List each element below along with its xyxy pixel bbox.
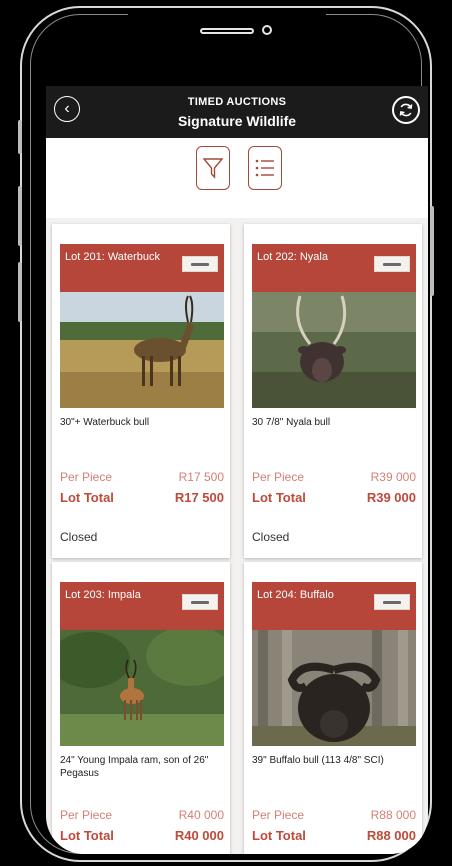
lot-card-header: Lot 201: Waterbuck xyxy=(60,244,224,292)
speaker xyxy=(200,28,254,34)
lot-card-header: Lot 202: Nyala xyxy=(252,244,416,292)
per-piece-row: Per Piece R39 000 xyxy=(252,470,416,484)
lot-total-label: Lot Total xyxy=(60,828,114,843)
lot-title: Lot 202: Nyala xyxy=(257,251,328,263)
lot-card-header: Lot 204: Buffalo xyxy=(252,582,416,630)
lot-description: 24" Young Impala ram, son of 26" Pegasus xyxy=(60,755,209,779)
lot-total-row: Lot Total R17 500 xyxy=(60,490,224,505)
volume-down-button xyxy=(18,262,22,322)
lot-total-label: Lot Total xyxy=(252,828,306,843)
impala-photo xyxy=(60,630,224,746)
lot-card-header: Lot 203: Impala xyxy=(60,582,224,630)
filter-icon xyxy=(203,158,223,179)
lot-total-value: R88 000 xyxy=(366,828,416,843)
notch xyxy=(128,12,326,60)
auctioneer-logo xyxy=(374,594,410,610)
lot-description: 39" Buffalo bull (113 4/8" SCI) xyxy=(252,755,384,766)
lot-title: Lot 203: Impala xyxy=(65,589,141,601)
per-piece-label: Per Piece xyxy=(60,470,113,484)
toolbar xyxy=(46,138,428,218)
per-piece-label: Per Piece xyxy=(60,808,113,822)
per-piece-label: Per Piece xyxy=(252,808,305,822)
lot-status: Closed xyxy=(252,530,290,544)
lot-card[interactable]: Lot 201: Waterbuck 30"+ Waterbuck bull P… xyxy=(52,224,230,558)
lot-total-value: R40 000 xyxy=(174,828,224,843)
per-piece-value: R39 000 xyxy=(370,470,416,484)
per-piece-value: R40 000 xyxy=(178,808,224,822)
lot-total-value: R17 500 xyxy=(174,490,224,505)
lot-card[interactable]: Lot 204: Buffalo 39" Buffalo bull (113 4… xyxy=(244,562,422,854)
per-piece-label: Per Piece xyxy=(252,470,305,484)
lot-total-row: Lot Total R88 000 xyxy=(252,828,416,843)
lot-total-row: Lot Total R39 000 xyxy=(252,490,416,505)
lot-card[interactable]: Lot 203: Impala 24" Young Impala ram, so… xyxy=(52,562,230,854)
lot-total-label: Lot Total xyxy=(60,490,114,505)
app-screen: ‹ TIMED AUCTIONS Signature Wildlife Lot … xyxy=(46,86,428,854)
lot-description: 30"+ Waterbuck bull xyxy=(60,417,150,428)
page-title: Signature Wildlife xyxy=(177,113,297,129)
mute-switch xyxy=(18,120,22,154)
app-header: ‹ TIMED AUCTIONS Signature Wildlife xyxy=(46,86,428,138)
list-view-button[interactable] xyxy=(248,146,282,190)
waterbuck-photo xyxy=(60,292,224,408)
per-piece-row: Per Piece R40 000 xyxy=(60,808,224,822)
lot-total-value: R39 000 xyxy=(366,490,416,505)
power-button xyxy=(430,206,434,296)
buffalo-photo xyxy=(252,630,416,746)
refresh-icon xyxy=(399,103,413,117)
lot-total-label: Lot Total xyxy=(252,490,306,505)
volume-up-button xyxy=(18,186,22,246)
filter-button[interactable] xyxy=(196,146,230,190)
lot-card[interactable]: Lot 202: Nyala 30 7/8" Nyala bull Per Pi… xyxy=(244,224,422,558)
refresh-button[interactable] xyxy=(392,96,420,124)
per-piece-row: Per Piece R88 000 xyxy=(252,808,416,822)
header-subtitle: TIMED AUCTIONS xyxy=(187,96,287,108)
lot-title: Lot 201: Waterbuck xyxy=(65,251,160,263)
lot-total-row: Lot Total R40 000 xyxy=(60,828,224,843)
per-piece-value: R88 000 xyxy=(370,808,416,822)
per-piece-value: R17 500 xyxy=(178,470,224,484)
auctioneer-logo xyxy=(182,594,218,610)
lot-status: Closed xyxy=(60,530,98,544)
auctioneer-logo xyxy=(374,256,410,272)
nyala-photo xyxy=(252,292,416,408)
front-camera xyxy=(262,25,272,35)
lot-description: 30 7/8" Nyala bull xyxy=(252,417,331,428)
auctioneer-logo xyxy=(182,256,218,272)
lot-title: Lot 204: Buffalo xyxy=(257,589,334,601)
list-view-icon xyxy=(255,159,274,177)
per-piece-row: Per Piece R17 500 xyxy=(60,470,224,484)
